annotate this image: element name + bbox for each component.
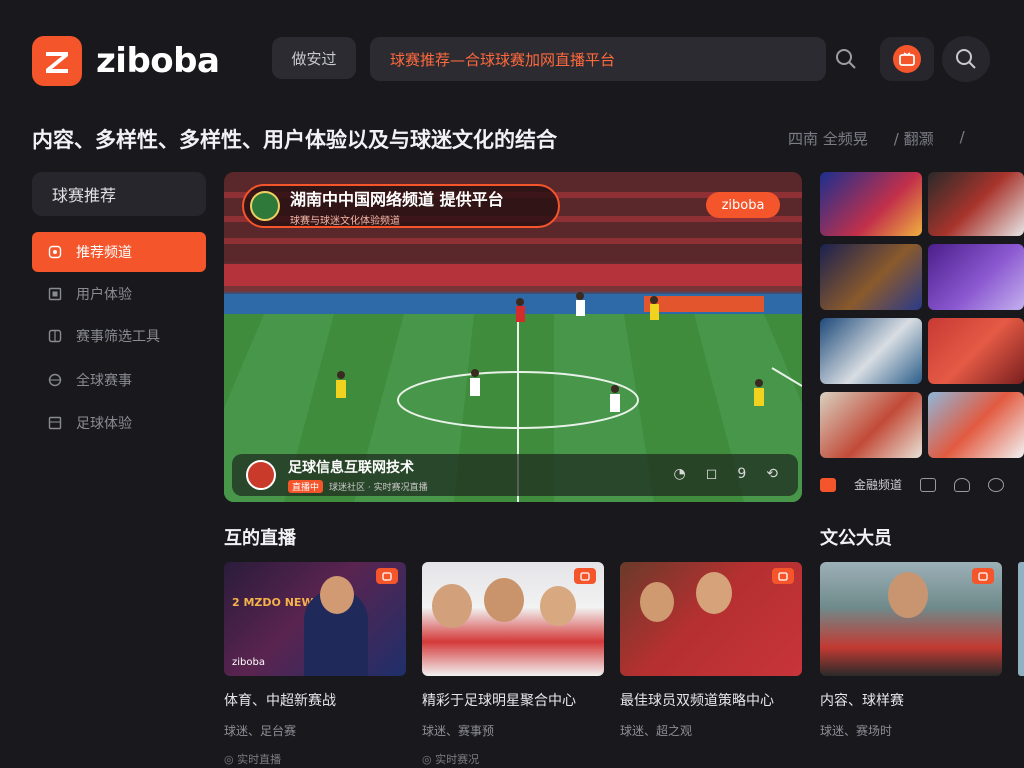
- tv-icon: [893, 45, 921, 73]
- replay-icon[interactable]: ⟲: [766, 466, 778, 482]
- thumbnail[interactable]: [928, 244, 1024, 310]
- card-meta: 球迷、赛场时: [820, 724, 893, 738]
- card-footer: ◎ 实时赛况: [422, 753, 480, 766]
- thumbnail[interactable]: [928, 392, 1024, 458]
- search-input[interactable]: 球赛推荐—合球球赛加网直播平台: [370, 37, 826, 81]
- card-title: 精彩于足球明星聚合中心: [422, 693, 576, 709]
- card-meta: 球迷、足台赛: [224, 724, 297, 738]
- mute-icon[interactable]: ◔: [674, 466, 686, 482]
- player-face: [320, 576, 354, 614]
- globe-icon: [48, 373, 62, 387]
- square-icon[interactable]: [920, 477, 937, 492]
- header-link[interactable]: /: [960, 128, 965, 149]
- card-title: 最佳球员双频道策略中心: [620, 693, 774, 709]
- search-icon: [956, 49, 976, 69]
- search-icon: [836, 49, 856, 69]
- live-badge-icon: [972, 568, 994, 584]
- sidebar-item-label: 足球体验: [76, 416, 132, 432]
- player-face: [540, 586, 576, 626]
- player-controls: ◔ ◻ 9 ⟲: [674, 466, 779, 482]
- sidebar-item-global-events[interactable]: 全球赛事: [32, 360, 206, 400]
- square-icon: [48, 287, 62, 301]
- header-link[interactable]: 四南 全频晃: [788, 128, 868, 149]
- player-face: [484, 578, 524, 622]
- player-face: [640, 582, 674, 622]
- logo-mark-icon: [32, 36, 82, 86]
- brand-name: ziboba: [96, 41, 220, 81]
- card-title: 体育、中超新赛战: [224, 693, 336, 709]
- home-icon[interactable]: [954, 477, 971, 492]
- header-link[interactable]: / 翻灏: [894, 128, 934, 149]
- sidebar-item-recommend[interactable]: 推荐频道: [32, 232, 206, 272]
- club-crest-icon: [250, 191, 280, 221]
- grid-icon: [48, 329, 62, 343]
- hero-brand-pill[interactable]: ziboba: [706, 192, 780, 218]
- live-button[interactable]: [880, 37, 934, 81]
- live-badge-icon: [772, 568, 794, 584]
- sidebar-item-label: 推荐频道: [76, 245, 132, 261]
- sidebar-item-football-experience[interactable]: 足球体验: [32, 403, 206, 443]
- hero-title: 湖南中中国网络频道 提供平台: [290, 189, 504, 209]
- hero-subtitle: 球赛与球迷文化体验频道: [290, 215, 400, 227]
- card-thumbnail: [422, 562, 604, 676]
- hero-bottom-meta: 球迷社区 · 实时赛况直播: [329, 483, 428, 493]
- thumbnail[interactable]: [820, 392, 922, 458]
- search-submit-button[interactable]: [826, 37, 866, 81]
- thumbnail[interactable]: [928, 172, 1024, 236]
- player-face: [696, 572, 732, 614]
- live-section-title: 互的直播: [224, 528, 296, 549]
- video-card[interactable]: 最佳球员双频道策略中心 球迷、超之观: [620, 562, 802, 751]
- hero-info-bar: 足球信息互联网技术 直播中 球迷社区 · 实时赛况直播 ◔ ◻ 9 ⟲: [232, 454, 798, 496]
- thumbnail[interactable]: [820, 172, 922, 236]
- thumbnail[interactable]: [928, 318, 1024, 384]
- card-brand-text: ziboba: [232, 657, 265, 668]
- quality-icon[interactable]: 9: [737, 466, 746, 482]
- live-badge-icon: [574, 568, 596, 584]
- card-thumbnail: [620, 562, 802, 676]
- sidebar-item-label: 全球赛事: [76, 373, 132, 389]
- filter-row: 金融频道: [820, 476, 1005, 493]
- chat-icon[interactable]: [988, 477, 1005, 492]
- video-card[interactable]: 2 MZDO NEWS ziboba 体育、中超新赛战 球迷、足台赛 ◎ 实时直…: [224, 562, 406, 767]
- card-thumbnail: [820, 562, 1002, 676]
- video-card[interactable]: 精彩于足球明星聚合中心 球迷、赛事预 ◎ 实时赛况: [422, 562, 604, 767]
- hero-channel-badge[interactable]: 湖南中中国网络频道 提供平台 球赛与球迷文化体验频道: [242, 184, 560, 228]
- ball-icon: [48, 416, 62, 430]
- page-title: 内容、多样性、多样性、用户体验以及与球迷文化的结合: [32, 128, 557, 152]
- thumbnail[interactable]: [820, 318, 922, 384]
- live-badge-icon: [376, 568, 398, 584]
- search-text: 球赛推荐—合球球赛加网直播平台: [390, 50, 616, 69]
- right-section-title: 文公大员: [820, 528, 892, 549]
- home-icon: [48, 245, 62, 259]
- header-links: 四南 全频晃 / 翻灏 /: [788, 128, 965, 149]
- live-tag: 直播中: [288, 480, 324, 493]
- screen-icon[interactable]: ◻: [706, 466, 718, 482]
- card-title: 内容、球样赛: [820, 693, 904, 709]
- thumbnail[interactable]: [820, 244, 922, 310]
- sidebar-item-label: 用户体验: [76, 287, 132, 303]
- sidebar-item-user-experience[interactable]: 用户体验: [32, 274, 206, 314]
- global-search-button[interactable]: [942, 36, 990, 82]
- card-thumbnail: 2 MZDO NEWS ziboba: [224, 562, 406, 676]
- video-card[interactable]: 内容、球样赛 球迷、赛场时: [820, 562, 1002, 751]
- hero-video-player[interactable]: 湖南中中国网络频道 提供平台 球赛与球迷文化体验频道 ziboba 足球信息互联…: [224, 172, 802, 502]
- nav-button[interactable]: 做安过: [272, 37, 356, 79]
- brand-logo[interactable]: ziboba: [32, 36, 220, 86]
- sidebar-heading[interactable]: 球赛推荐: [32, 172, 206, 216]
- player-face: [888, 572, 928, 618]
- next-card-peek: [1018, 562, 1024, 676]
- hero-bottom-title: 足球信息互联网技术: [288, 460, 414, 476]
- player-face: [432, 584, 472, 628]
- tv-icon[interactable]: [820, 477, 836, 492]
- filter-label[interactable]: 金融频道: [854, 476, 902, 493]
- card-meta: 球迷、超之观: [620, 724, 693, 738]
- card-meta: 球迷、赛事预: [422, 724, 495, 738]
- channel-logo-icon: [246, 460, 276, 490]
- sidebar-item-label: 赛事筛选工具: [76, 329, 160, 345]
- card-footer: ◎ 实时直播: [224, 753, 282, 766]
- sidebar-item-filter-tool[interactable]: 赛事筛选工具: [32, 316, 206, 356]
